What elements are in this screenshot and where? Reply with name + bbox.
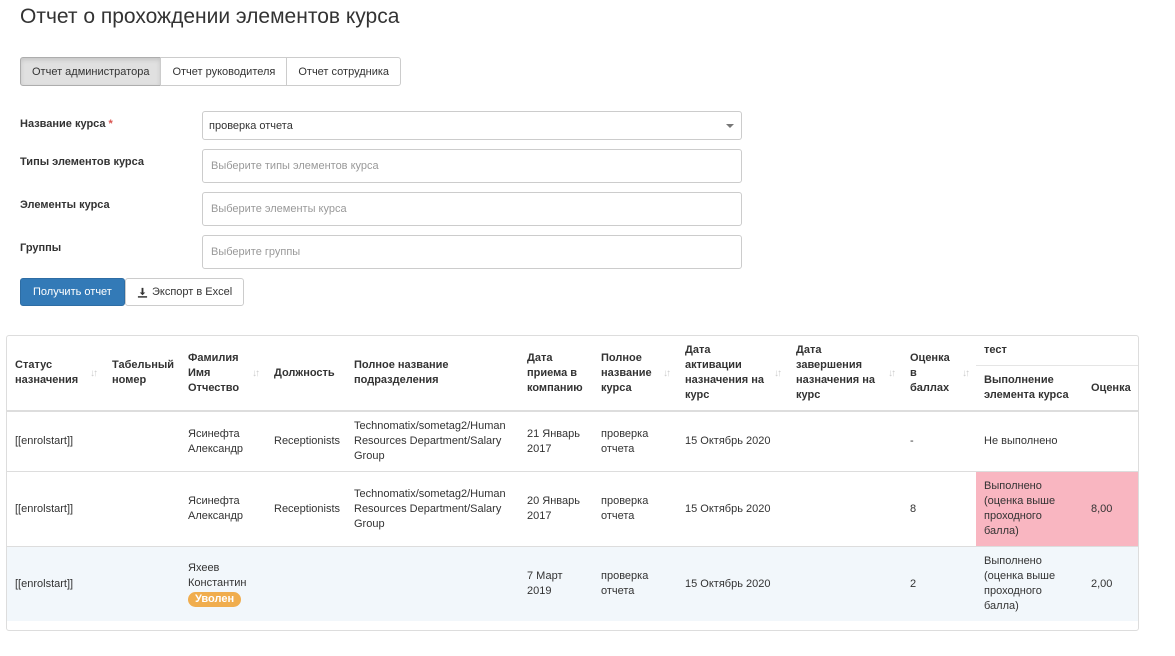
sort-icon: ↓↑ xyxy=(774,368,782,379)
element-types-input[interactable]: Выберите типы элементов курса xyxy=(202,149,742,183)
col-course-full-name-label: Полное название курса xyxy=(601,351,652,394)
col-activation-date[interactable]: Дата активации назначения на курс ↓↑ xyxy=(677,336,788,411)
cell-hire-date: 21 Январь 2017 xyxy=(519,410,593,472)
required-mark: * xyxy=(108,118,113,130)
element-types-placeholder: Выберите типы элементов курса xyxy=(211,160,379,172)
course-name-label-text: Название курса xyxy=(20,118,106,130)
col-score-points-label: Оценка в баллах xyxy=(910,351,950,394)
table-row: [[enrolstart]] Ясинефта Александр Recept… xyxy=(7,410,1138,472)
col-completion-date-label: Дата завершения назначения на курс xyxy=(796,344,875,401)
report-table-panel: Статус назначения ↓↑ Табельный номер Фами… xyxy=(6,335,1139,631)
cell-completion-date xyxy=(788,410,902,472)
col-status-label: Статус назначения xyxy=(15,359,79,386)
col-course-full-name[interactable]: Полное название курса ↓↑ xyxy=(593,336,677,411)
col-full-name[interactable]: Фамилия Имя Отчество ↓↑ xyxy=(180,336,266,411)
col-hire-date: Дата приема в компанию xyxy=(527,351,583,394)
cell-status: [[enrolstart]] xyxy=(7,410,104,472)
cell-tab-number xyxy=(104,546,180,621)
cell-position: Receptionists xyxy=(266,410,346,472)
tab-employee-report[interactable]: Отчет сотрудника xyxy=(286,57,402,86)
sort-icon: ↓↑ xyxy=(962,368,970,379)
cell-course: проверка отчета xyxy=(593,471,677,547)
groups-placeholder: Выберите группы xyxy=(211,246,301,258)
cell-element-completion: Выполнено (оценка выше проходного балла) xyxy=(976,546,1083,621)
cell-position xyxy=(266,546,346,621)
course-name-select[interactable]: проверка отчета xyxy=(202,111,742,140)
full-name-text: Яхеев Константин xyxy=(188,562,247,589)
cell-hire-date: 7 Март 2019 xyxy=(519,546,593,621)
report-type-tabs: Отчет администратора Отчет руководителя … xyxy=(20,57,402,86)
col-activation-date-label: Дата активации назначения на курс xyxy=(685,344,764,401)
cell-department: Technomatix/sometag2/Human Resources Dep… xyxy=(346,471,519,547)
table-row: [[enrolstart]] Яхеев Константин Уволен 7… xyxy=(7,546,1138,621)
col-status[interactable]: Статус назначения ↓↑ xyxy=(7,336,104,411)
tab-manager-report[interactable]: Отчет руководителя xyxy=(160,57,288,86)
cell-element-completion: Не выполнено xyxy=(976,410,1083,472)
sort-icon: ↓↑ xyxy=(888,368,896,379)
elements-label: Элементы курса xyxy=(20,199,110,211)
table-row: [[enrolstart]] Ясинефта Александр Recept… xyxy=(7,471,1138,547)
export-excel-label: Экспорт в Excel xyxy=(152,286,233,298)
chevron-down-icon xyxy=(726,124,734,128)
col-completion-date[interactable]: Дата завершения назначения на курс ↓↑ xyxy=(788,336,902,411)
cell-score: 2 xyxy=(902,546,976,621)
cell-score: - xyxy=(902,410,976,472)
cell-activation-date: 15 Октябрь 2020 xyxy=(677,471,788,547)
cell-activation-date: 15 Октябрь 2020 xyxy=(677,546,788,621)
export-excel-button[interactable]: Экспорт в Excel xyxy=(125,278,245,306)
sort-icon: ↓↑ xyxy=(663,368,671,379)
cell-department: Technomatix/sometag2/Human Resources Dep… xyxy=(346,410,519,472)
elements-input[interactable]: Выберите элементы курса xyxy=(202,192,742,226)
status-badge: Уволен xyxy=(188,592,242,607)
course-name-label: Название курса * xyxy=(20,118,113,130)
report-table: Статус назначения ↓↑ Табельный номер Фами… xyxy=(7,336,1138,621)
element-types-label: Типы элементов курса xyxy=(20,156,145,168)
cell-full-name: Ясинефта Александр xyxy=(180,471,266,547)
groups-label: Группы xyxy=(20,242,62,254)
col-full-name-label: Фамилия Имя Отчество xyxy=(188,351,240,394)
cell-score: 8 xyxy=(902,471,976,547)
page-title: Отчет о прохождении элементов курса xyxy=(20,5,400,28)
elements-placeholder: Выберите элементы курса xyxy=(211,203,347,215)
cell-grade: 2,00 xyxy=(1083,546,1138,621)
col-department: Полное название подразделения xyxy=(354,359,449,386)
col-position: Должность xyxy=(274,366,335,379)
cell-course: проверка отчета xyxy=(593,546,677,621)
col-grade: Оценка xyxy=(1083,365,1138,411)
cell-full-name: Яхеев Константин Уволен xyxy=(180,546,266,621)
sort-icon: ↓↑ xyxy=(90,368,98,379)
sort-icon: ↓↑ xyxy=(252,368,260,379)
cell-hire-date: 20 Январь 2017 xyxy=(519,471,593,547)
col-tab-number: Табельный номер xyxy=(112,359,175,386)
cell-status: [[enrolstart]] xyxy=(7,546,104,621)
cell-department xyxy=(346,546,519,621)
cell-course: проверка отчета xyxy=(593,410,677,472)
cell-completion-date xyxy=(788,471,902,547)
cell-tab-number xyxy=(104,471,180,547)
col-element-completion: Выполнение элемента курса xyxy=(976,365,1083,411)
get-report-button[interactable]: Получить отчет xyxy=(20,278,125,306)
cell-completion-date xyxy=(788,546,902,621)
cell-element-completion: Выполнено (оценка выше проходного балла) xyxy=(976,471,1083,547)
course-name-value: проверка отчета xyxy=(209,119,293,132)
tab-admin-report[interactable]: Отчет администратора xyxy=(20,57,162,86)
cell-full-name: Ясинефта Александр xyxy=(180,410,266,472)
col-group-test: тест xyxy=(984,344,1007,356)
cell-position: Receptionists xyxy=(266,471,346,547)
download-icon xyxy=(137,287,148,298)
cell-tab-number xyxy=(104,410,180,472)
col-score-points[interactable]: Оценка в баллах ↓↑ xyxy=(902,336,976,411)
cell-status: [[enrolstart]] xyxy=(7,471,104,547)
cell-grade: 8,00 xyxy=(1083,471,1138,547)
cell-activation-date: 15 Октябрь 2020 xyxy=(677,410,788,472)
groups-input[interactable]: Выберите группы xyxy=(202,235,742,269)
cell-grade xyxy=(1083,410,1138,472)
